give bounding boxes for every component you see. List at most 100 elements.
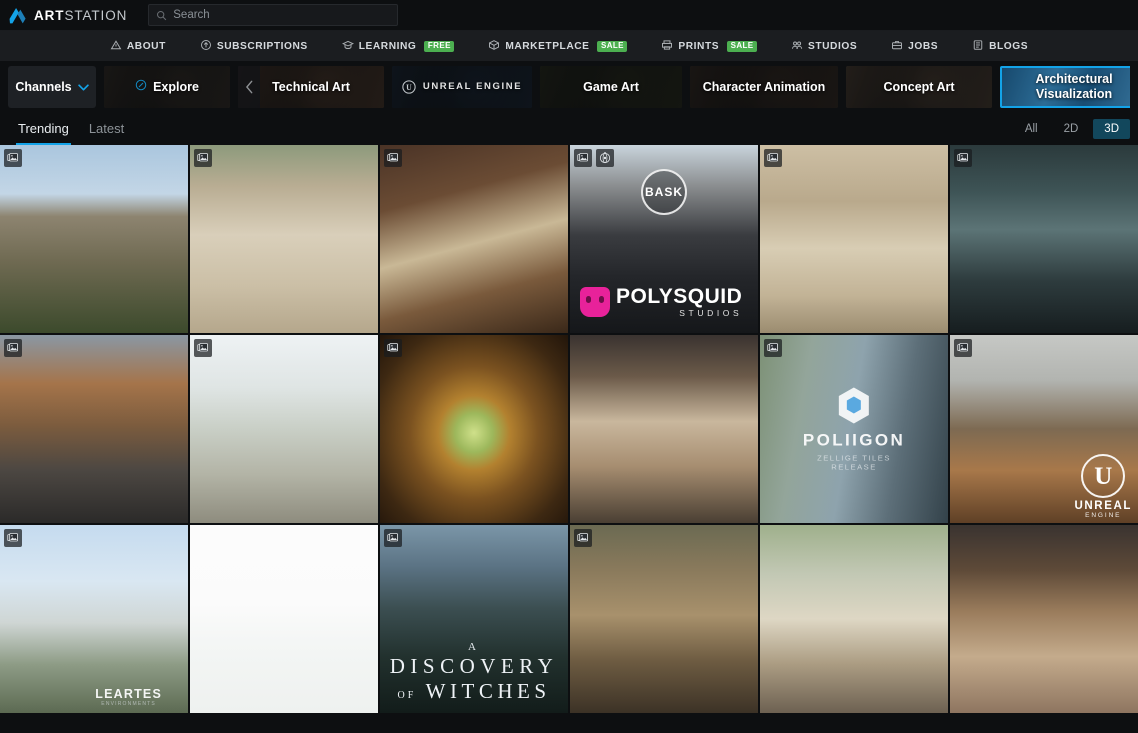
nav-item-label: JOBS <box>908 40 939 52</box>
panorama-360-icon <box>599 152 611 164</box>
channel-tile-concept-art[interactable]: Concept Art <box>846 66 992 108</box>
badge-panorama <box>596 149 614 167</box>
nav-item-jobs[interactable]: JOBS <box>874 31 955 61</box>
nav-badge: SALE <box>727 40 758 52</box>
dimension-filter-3d[interactable]: 3D <box>1093 119 1130 139</box>
artwork-card[interactable] <box>0 145 188 333</box>
multi-image-icon <box>7 153 18 162</box>
channel-tile-label: Concept Art <box>883 79 955 94</box>
multi-image-icon <box>387 153 398 162</box>
nav-item-blogs[interactable]: BLOGS <box>955 31 1045 61</box>
brand-light: STATION <box>64 7 128 23</box>
badge-multi <box>954 339 972 357</box>
svg-text:U: U <box>406 83 412 92</box>
multi-image-icon <box>197 153 208 162</box>
nav-item-label: ABOUT <box>126 40 166 52</box>
people-icon <box>791 39 803 54</box>
carousel-scroll-left-button[interactable] <box>238 66 260 108</box>
book-icon <box>972 39 984 54</box>
badge-multi <box>384 339 402 357</box>
dimension-filter-2d[interactable]: 2D <box>1053 119 1090 139</box>
artwork-card[interactable] <box>950 525 1138 713</box>
dimension-filter-label: All <box>1024 123 1038 135</box>
artwork-badges <box>384 149 402 167</box>
multi-image-icon <box>767 343 778 352</box>
multi-image-icon <box>957 343 968 352</box>
badge-multi <box>384 529 402 547</box>
nav-item-prints[interactable]: PRINTS SALE <box>644 31 774 61</box>
channel-tile-architectural-visualization[interactable]: Architectural Visualization <box>1000 66 1130 108</box>
channel-tile-explore[interactable]: Explore <box>104 66 230 108</box>
multi-image-icon <box>7 533 18 542</box>
artwork-thumbnail <box>950 145 1138 333</box>
artwork-card[interactable] <box>190 335 378 523</box>
channels-carousel[interactable]: Explore Technical Art U UNREAL ENGINE Ga… <box>104 66 1130 108</box>
artwork-thumbnail <box>380 145 568 333</box>
multi-image-icon <box>197 343 208 352</box>
artwork-card[interactable]: BASK POLYSQUID STUDIOS <box>570 145 758 333</box>
artwork-card[interactable] <box>760 145 948 333</box>
artwork-grid: BASK POLYSQUID STUDIOS POLIIGON ZELLIGE … <box>0 145 1138 713</box>
badge-multi <box>764 339 782 357</box>
artwork-card[interactable] <box>190 145 378 333</box>
channel-tile-label: Character Animation <box>702 79 826 94</box>
dimension-filter-all[interactable]: All <box>1014 119 1049 139</box>
artwork-card[interactable] <box>570 335 758 523</box>
nav-item-learning[interactable]: LEARNING FREE <box>325 31 472 61</box>
compass-icon <box>135 79 147 95</box>
nav-item-marketplace[interactable]: MARKETPLACE SALE <box>471 31 644 61</box>
nav-item-studios[interactable]: STUDIOS <box>774 31 874 61</box>
brand-bold: ART <box>34 7 65 23</box>
search-icon <box>157 10 167 20</box>
artwork-card[interactable] <box>570 525 758 713</box>
badge-multi <box>4 149 22 167</box>
channels-dropdown-button[interactable]: Channels <box>8 66 96 108</box>
artwork-badges <box>574 529 592 547</box>
channel-tile-label: Architectural Visualization <box>1035 72 1113 101</box>
briefcase-icon <box>891 39 903 54</box>
nav-item-about[interactable]: ABOUT <box>93 31 183 61</box>
artstation-logo-icon <box>9 7 26 23</box>
artwork-badges <box>764 339 782 357</box>
artwork-badges <box>194 149 212 167</box>
artwork-card[interactable] <box>380 335 568 523</box>
artwork-card[interactable]: U UNREAL ENGINE <box>950 335 1138 523</box>
nav-item-subscriptions[interactable]: SUBSCRIPTIONS <box>183 31 325 61</box>
sort-tab-trending[interactable]: Trending <box>8 114 79 145</box>
artwork-card[interactable] <box>760 525 948 713</box>
badge-multi <box>4 529 22 547</box>
artwork-card[interactable] <box>190 525 378 713</box>
artwork-thumbnail <box>950 335 1138 523</box>
artwork-badges <box>954 339 972 357</box>
search-input[interactable]: Search <box>148 4 399 26</box>
artwork-card[interactable] <box>950 145 1138 333</box>
nav-item-label: MARKETPLACE <box>505 40 590 52</box>
artwork-thumbnail <box>380 525 568 713</box>
artwork-card[interactable]: POLIIGON ZELLIGE TILES RELEASE <box>760 335 948 523</box>
artwork-badges <box>4 339 22 357</box>
box-icon <box>488 39 500 54</box>
artwork-card[interactable]: LEARTES ENVIRONMENTS <box>0 525 188 713</box>
artwork-thumbnail <box>0 335 188 523</box>
printer-icon <box>661 39 673 54</box>
badge-multi <box>4 339 22 357</box>
graduation-cap-icon <box>341 39 354 54</box>
artwork-badges <box>4 149 22 167</box>
artwork-thumbnail <box>0 145 188 333</box>
artwork-thumbnail <box>760 525 948 713</box>
artstation-logo[interactable]: ARTSTATION <box>8 7 127 24</box>
main-nav: ABOUT SUBSCRIPTIONS LEARNING FREE MARKETPLAC… <box>0 31 1138 61</box>
artwork-badges <box>194 339 212 357</box>
channel-tile-unreal-engine[interactable]: U UNREAL ENGINE <box>392 66 532 108</box>
artwork-thumbnail <box>190 335 378 523</box>
artwork-card[interactable] <box>380 145 568 333</box>
channel-tile-game-art[interactable]: Game Art <box>540 66 682 108</box>
dimension-filter-label: 2D <box>1063 123 1079 135</box>
sort-tab-latest[interactable]: Latest <box>79 114 134 145</box>
artwork-card[interactable]: A DISCOVERY OF WITCHES <box>380 525 568 713</box>
artwork-card[interactable] <box>0 335 188 523</box>
artwork-badges <box>764 149 782 167</box>
artwork-thumbnail <box>0 525 188 713</box>
nav-item-label: LEARNING <box>358 40 417 52</box>
channel-tile-character-animation[interactable]: Character Animation <box>690 66 838 108</box>
